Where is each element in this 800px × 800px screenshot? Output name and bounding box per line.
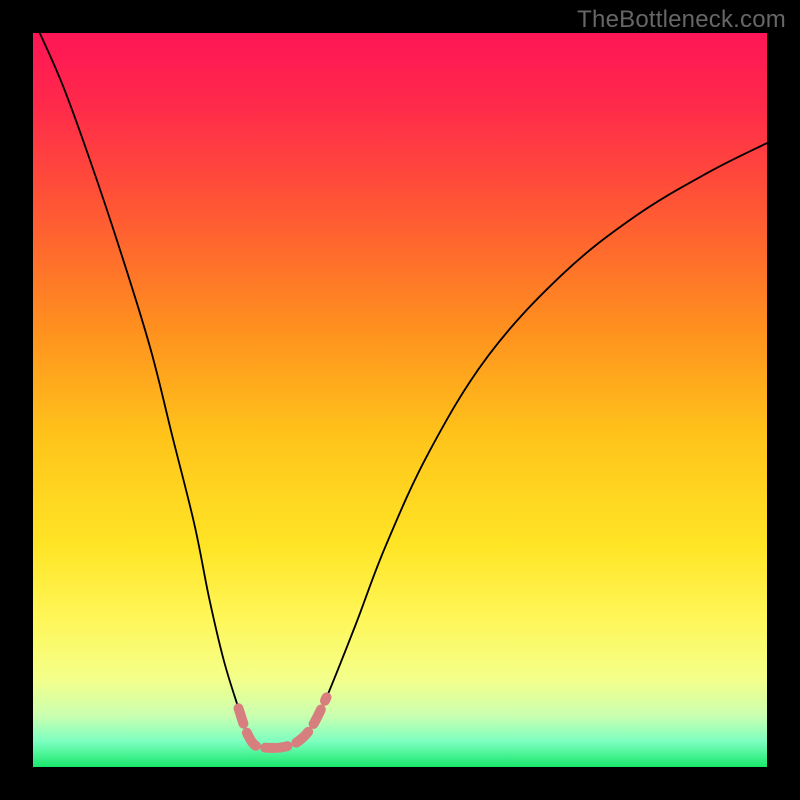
bottleneck-curve bbox=[33, 33, 767, 748]
chart-frame: TheBottleneck.com bbox=[0, 0, 800, 800]
curve-layer bbox=[33, 33, 767, 767]
curve-accent-near-minimum bbox=[239, 697, 327, 748]
watermark-text: TheBottleneck.com bbox=[577, 6, 786, 34]
plot-area bbox=[33, 33, 767, 767]
